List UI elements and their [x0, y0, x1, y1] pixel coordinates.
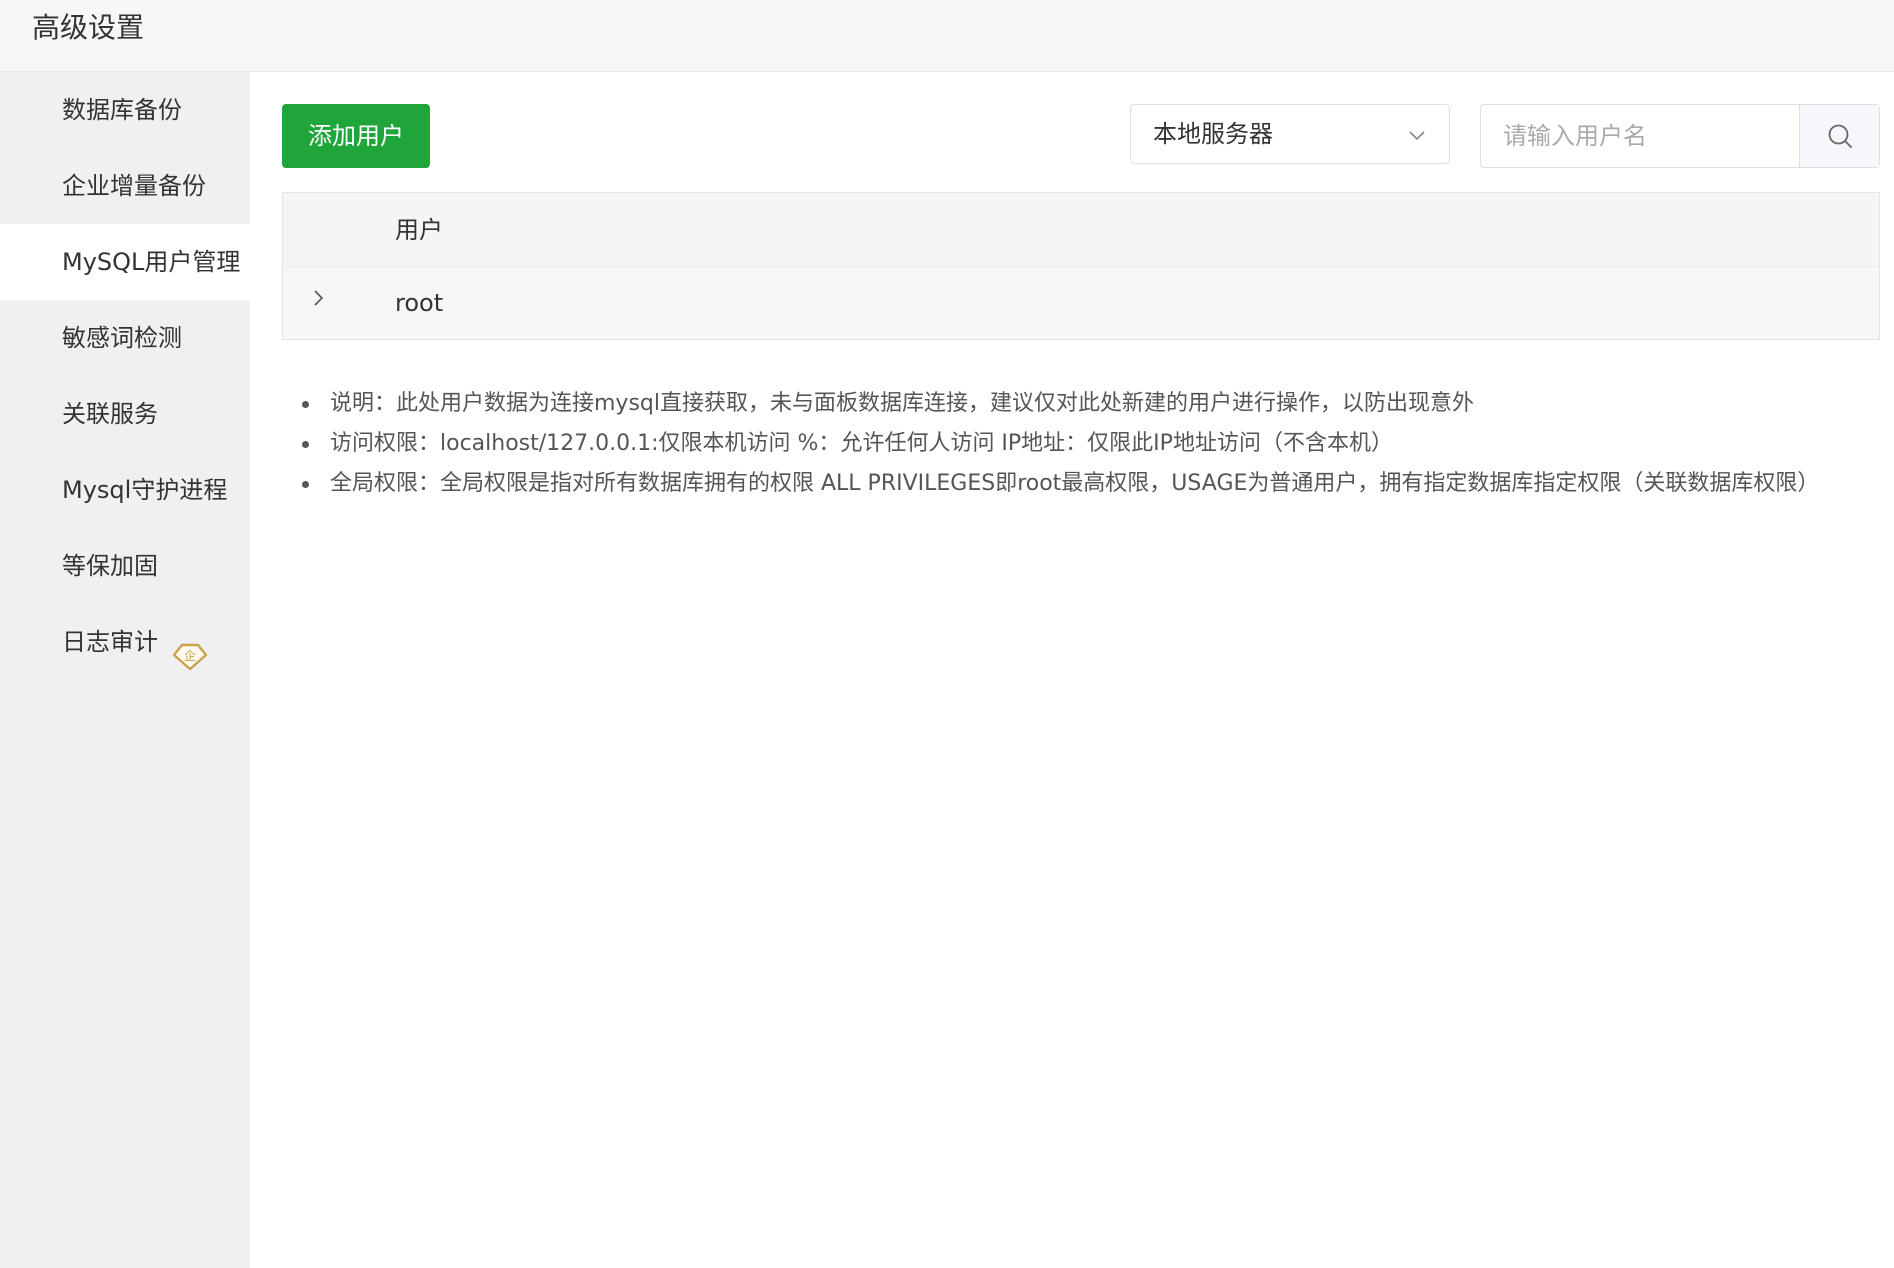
main-content: 添加用户 本地服务器 用户 root 说明：此处用户数据为连接mysql直接获取… — [250, 72, 1894, 1268]
sidebar-item-label: 敏感词检测 — [62, 324, 182, 352]
add-user-button[interactable]: 添加用户 — [282, 104, 430, 168]
sidebar: 数据库备份 企业增量备份 MySQL用户管理 敏感词检测 关联服务 Mysql守… — [0, 72, 250, 1268]
page-title: 高级设置 — [32, 11, 145, 44]
sidebar-item-label: 等保加固 — [62, 552, 158, 580]
sidebar-item-label: MySQL用户管理 — [62, 248, 241, 276]
sidebar-item-label: 关联服务 — [62, 400, 158, 428]
table-header: 用户 — [283, 193, 1879, 267]
server-select-value: 本地服务器 — [1153, 120, 1273, 148]
sidebar-item-sensitive-word-detection[interactable]: 敏感词检测 — [0, 300, 250, 376]
search-box — [1480, 104, 1880, 168]
enterprise-badge-text: 企 — [184, 648, 196, 663]
chevron-down-icon — [1409, 131, 1425, 141]
table-row[interactable]: root — [283, 267, 1879, 339]
server-select[interactable]: 本地服务器 — [1130, 104, 1450, 164]
sidebar-item-linked-services[interactable]: 关联服务 — [0, 376, 250, 452]
sidebar-item-log-audit[interactable]: 日志审计 企 — [0, 604, 250, 680]
sidebar-item-label: Mysql守护进程 — [62, 476, 228, 504]
sidebar-item-security-hardening[interactable]: 等保加固 — [0, 528, 250, 604]
search-button[interactable] — [1799, 105, 1879, 167]
search-input[interactable] — [1481, 105, 1799, 167]
sidebar-item-label: 日志审计 — [62, 628, 158, 656]
mysql-users-table: 用户 root — [282, 192, 1880, 340]
table-cell-user: root — [395, 289, 444, 317]
sidebar-item-database-backup[interactable]: 数据库备份 — [0, 72, 250, 148]
sidebar-item-enterprise-incremental-backup[interactable]: 企业增量备份 — [0, 148, 250, 224]
sidebar-item-label: 企业增量备份 — [62, 172, 206, 200]
note-item: 访问权限：localhost/127.0.0.1:仅限本机访问 %：允许任何人访… — [302, 424, 1882, 464]
sidebar-item-mysql-user-management[interactable]: MySQL用户管理 — [0, 224, 250, 300]
note-item: 全局权限：全局权限是指对所有数据库拥有的权限 ALL PRIVILEGES即ro… — [302, 464, 1882, 504]
enterprise-badge-icon: 企 — [172, 625, 208, 671]
column-header-user: 用户 — [395, 216, 443, 244]
sidebar-item-mysql-daemon[interactable]: Mysql守护进程 — [0, 452, 250, 528]
chevron-right-icon[interactable] — [307, 287, 331, 311]
search-icon — [1828, 124, 1852, 148]
help-notes: 说明：此处用户数据为连接mysql直接获取，未与面板数据库连接，建议仅对此处新建… — [302, 384, 1882, 504]
sidebar-item-label: 数据库备份 — [62, 96, 182, 124]
note-item: 说明：此处用户数据为连接mysql直接获取，未与面板数据库连接，建议仅对此处新建… — [302, 384, 1882, 424]
page-header: 高级设置 — [0, 0, 1894, 72]
